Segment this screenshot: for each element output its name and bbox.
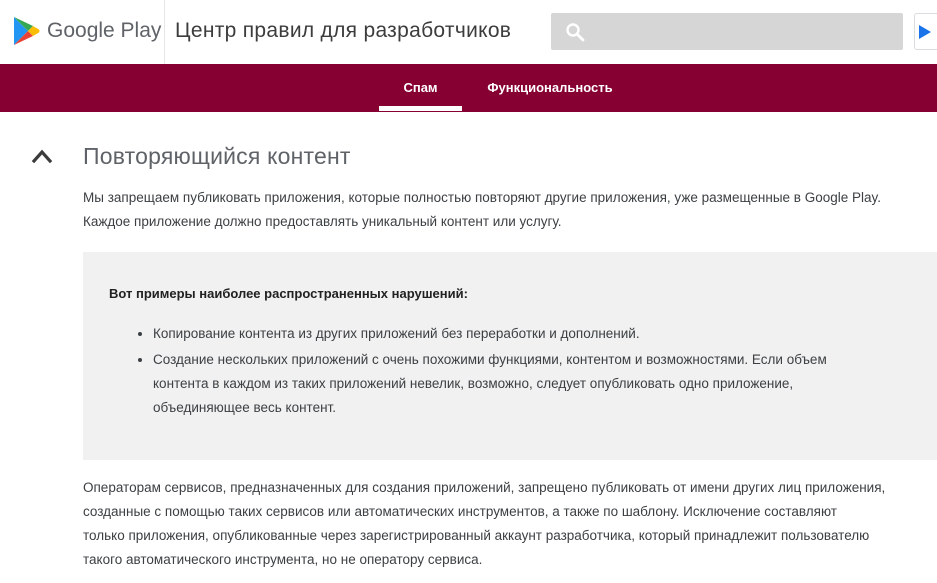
section-intro: Мы запрещаем публиковать приложения, кот… [83, 186, 933, 234]
list-item-line: контента в каждом из таких приложений не… [153, 376, 794, 391]
section-paragraph: Операторам сервисов, предназначенных для… [83, 476, 937, 572]
chevron-up-icon[interactable] [31, 146, 53, 164]
list-item: Создание нескольких приложений с очень п… [153, 348, 913, 420]
examples-box: Вот примеры наиболее распространенных на… [83, 252, 937, 460]
header-divider [164, 0, 165, 64]
section-title[interactable]: Повторяющийся контент [83, 143, 351, 170]
google-play-logo-icon [14, 17, 40, 45]
paragraph-line: созданные с помощью таких сервисов или а… [83, 504, 837, 519]
paragraph-line: только приложения, опубликованные через … [83, 528, 870, 543]
search-icon[interactable] [565, 22, 585, 42]
search-input[interactable] [551, 13, 903, 50]
active-tab-indicator [379, 106, 462, 111]
paragraph-line: Операторам сервисов, предназначенных для… [83, 480, 886, 495]
list-item-line: объединяющее весь контент. [153, 400, 336, 415]
intro-line: Мы запрещаем публиковать приложения, кот… [83, 190, 882, 205]
intro-line: Каждое приложение должно предоставлять у… [83, 214, 562, 229]
play-app-button[interactable] [914, 13, 937, 50]
site-title[interactable]: Центр правил для разработчиков [175, 19, 511, 43]
list-item-line: Копирование контента из других приложени… [153, 326, 640, 341]
play-triangle-icon [919, 25, 931, 39]
google-play-logo[interactable]: Google Play [13, 16, 161, 46]
examples-list: Копирование контента из других приложени… [109, 322, 913, 422]
examples-title: Вот примеры наиболее распространенных на… [109, 286, 468, 301]
brand-name: Google Play [47, 19, 162, 42]
list-item-line: Создание нескольких приложений с очень п… [153, 352, 827, 367]
paragraph-line: такого автоматического инструмента, но н… [83, 552, 483, 567]
tab-functionality[interactable]: Функциональность [480, 64, 620, 112]
list-item: Копирование контента из других приложени… [153, 322, 913, 346]
category-nav: Спам Функциональность [0, 64, 937, 112]
header: Google Play Центр правил для разработчик… [0, 0, 937, 64]
tab-spam[interactable]: Спам [379, 64, 462, 112]
